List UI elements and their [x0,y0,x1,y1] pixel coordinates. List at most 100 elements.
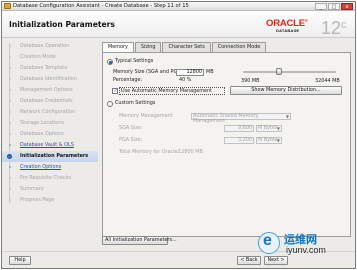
show-memory-distribution-button[interactable]: Show Memory Distribution... [230,86,342,95]
step-dot-icon [9,188,11,190]
tab-strip: Memory Sizing Character Sets Connection … [102,42,267,53]
sidebar-step-network-configuration: Network Configuration [2,107,98,118]
step-dot-icon [9,78,11,80]
sidebar-step-creation-options[interactable]: Creation Options [2,162,98,173]
wizard-steps-sidebar: Database Operation Creation Mode Database … [2,39,98,247]
title-bar: Database Configuration Assistant - Creat… [2,2,355,11]
sidebar-step-label: Summary [20,186,44,192]
close-button[interactable]: x [341,3,353,10]
sidebar-step-label: Network Configuration [20,109,76,115]
amm-label: Use Automatic Memory Management [121,87,212,94]
page-title: Initialization Parameters [9,20,115,29]
sidebar-step-label: Database Credentials [20,98,73,104]
percentage-label: Percentage: [113,77,143,83]
chevron-down-icon: ▼ [276,126,280,131]
sidebar-step-database-identification: Database Identification [2,74,98,85]
sga-unit-select[interactable]: M Bytes ▼ [256,125,282,132]
chevron-down-icon: ▼ [276,138,280,143]
sidebar-step-database-options: Database Options [2,129,98,140]
slider-min-label: 390 MB [241,78,260,84]
step-dot-icon [9,67,11,69]
sidebar-step-label: Database Options [20,131,64,137]
percentage-value: 40 % [179,77,192,83]
sidebar-step-label: Initialization Parameters [20,153,89,159]
sga-size-label: SGA Size: [119,125,143,131]
next-button[interactable]: Next > [264,256,288,265]
back-button[interactable]: < Back [237,256,261,265]
sidebar-step-label: Storage Locations [20,120,64,126]
amm-checkbox[interactable]: ✓ [112,88,118,94]
tab-connection-mode[interactable]: Connection Mode [211,42,267,52]
step-dot-icon [9,166,11,168]
version-badge: 12c [321,18,347,38]
minimize-button[interactable]: _ [315,3,327,10]
step-dot-icon [9,89,11,91]
custom-settings-label: Custom Settings [115,100,156,106]
sidebar-step-label: Creation Options [20,164,62,170]
sidebar-step-label: Pre Requisite Checks [20,175,72,181]
sidebar-step-summary: Summary [2,184,98,195]
tab-character-sets[interactable]: Character Sets [162,42,211,52]
sidebar-step-pre-requisite-checks: Pre Requisite Checks [2,173,98,184]
typical-settings-label: Typical Settings [115,58,154,64]
sidebar-step-database-template: Database Template [2,63,98,74]
window-controls: _ □ x [315,3,353,10]
sidebar-step-database-credentials: Database Credentials [2,96,98,107]
sidebar-step-database-vault-ols[interactable]: Database Vault & OLS [2,140,98,151]
current-step-icon [7,154,12,159]
main-content: Memory Sizing Character Sets Connection … [102,42,352,250]
sidebar-step-label: Creation Mode [20,54,56,60]
typical-settings-radio[interactable] [107,59,113,65]
sidebar-step-label: Database Vault & OLS [20,142,74,148]
oracle-logo-subtitle: DATABASE [276,28,300,33]
all-initialization-parameters-button[interactable]: All Initialization Parameters... [102,236,177,245]
total-memory-label: Total Memory for Oracle: [119,149,180,155]
checkmark-icon: ✓ [113,88,118,94]
pga-unit-select[interactable]: M Bytes ▼ [256,137,282,144]
total-memory-value: 12800 MB [178,149,203,155]
slider-max-label: 32044 MB [315,78,340,84]
step-dot-icon [9,144,11,146]
step-dot-icon [9,45,11,47]
sidebar-step-initialization-parameters[interactable]: Initialization Parameters [2,151,98,162]
pga-size-label: PGA Size: [119,137,143,143]
maximize-button[interactable]: □ [328,3,340,10]
memory-slider-thumb[interactable] [276,68,283,75]
sidebar-step-label: Database Operation [20,43,70,49]
sidebar-step-label: Progress Page [20,197,55,203]
step-dot-icon [9,133,11,135]
step-dot-icon [9,111,11,113]
sidebar-step-label: Database Template [20,65,68,71]
step-dot-icon [9,100,11,102]
sidebar-step-progress-page: Progress Page [2,195,98,206]
memory-size-unit: MB [206,69,214,75]
step-dot-icon [9,177,11,179]
oracle-database-logo: ORACLE® DATABASE [266,18,320,33]
memory-size-label: Memory Size (SGA and PGA): [113,69,185,75]
chevron-down-icon: ▼ [285,114,289,119]
step-dot-icon [9,122,11,124]
sga-size-field[interactable]: 9,600 [224,125,254,132]
step-dot-icon [9,56,11,58]
sidebar-step-storage-locations: Storage Locations [2,118,98,129]
tab-sizing[interactable]: Sizing [134,42,162,52]
step-dot-icon [9,199,11,201]
memory-size-field[interactable]: 12800 [176,69,204,76]
custom-settings-radio[interactable] [107,101,113,107]
bottom-button-bar: Help < Back Next > [2,251,355,268]
memory-management-label: Memory Management [119,113,173,119]
sidebar-step-label: Management Options [20,87,73,93]
page-header: Initialization Parameters ORACLE® DATABA… [2,11,355,38]
memory-management-select[interactable]: Automatic Shared Memory Management ▼ [191,113,291,124]
window-title: Database Configuration Assistant - Creat… [13,3,189,9]
sidebar-step-creation-mode: Creation Mode [2,52,98,63]
sidebar-step-label: Database Identification [20,76,77,82]
dbca-app-icon [4,3,11,9]
help-button[interactable]: Help [9,256,31,265]
memory-panel: Typical Settings Memory Size (SGA and PG… [102,52,351,237]
memory-slider[interactable] [243,68,336,75]
sidebar-step-management-options: Management Options [2,85,98,96]
dbca-window: Database Configuration Assistant - Creat… [1,1,356,269]
pga-size-field[interactable]: 3,200 [224,137,254,144]
sidebar-step-database-operation: Database Operation [2,41,98,52]
